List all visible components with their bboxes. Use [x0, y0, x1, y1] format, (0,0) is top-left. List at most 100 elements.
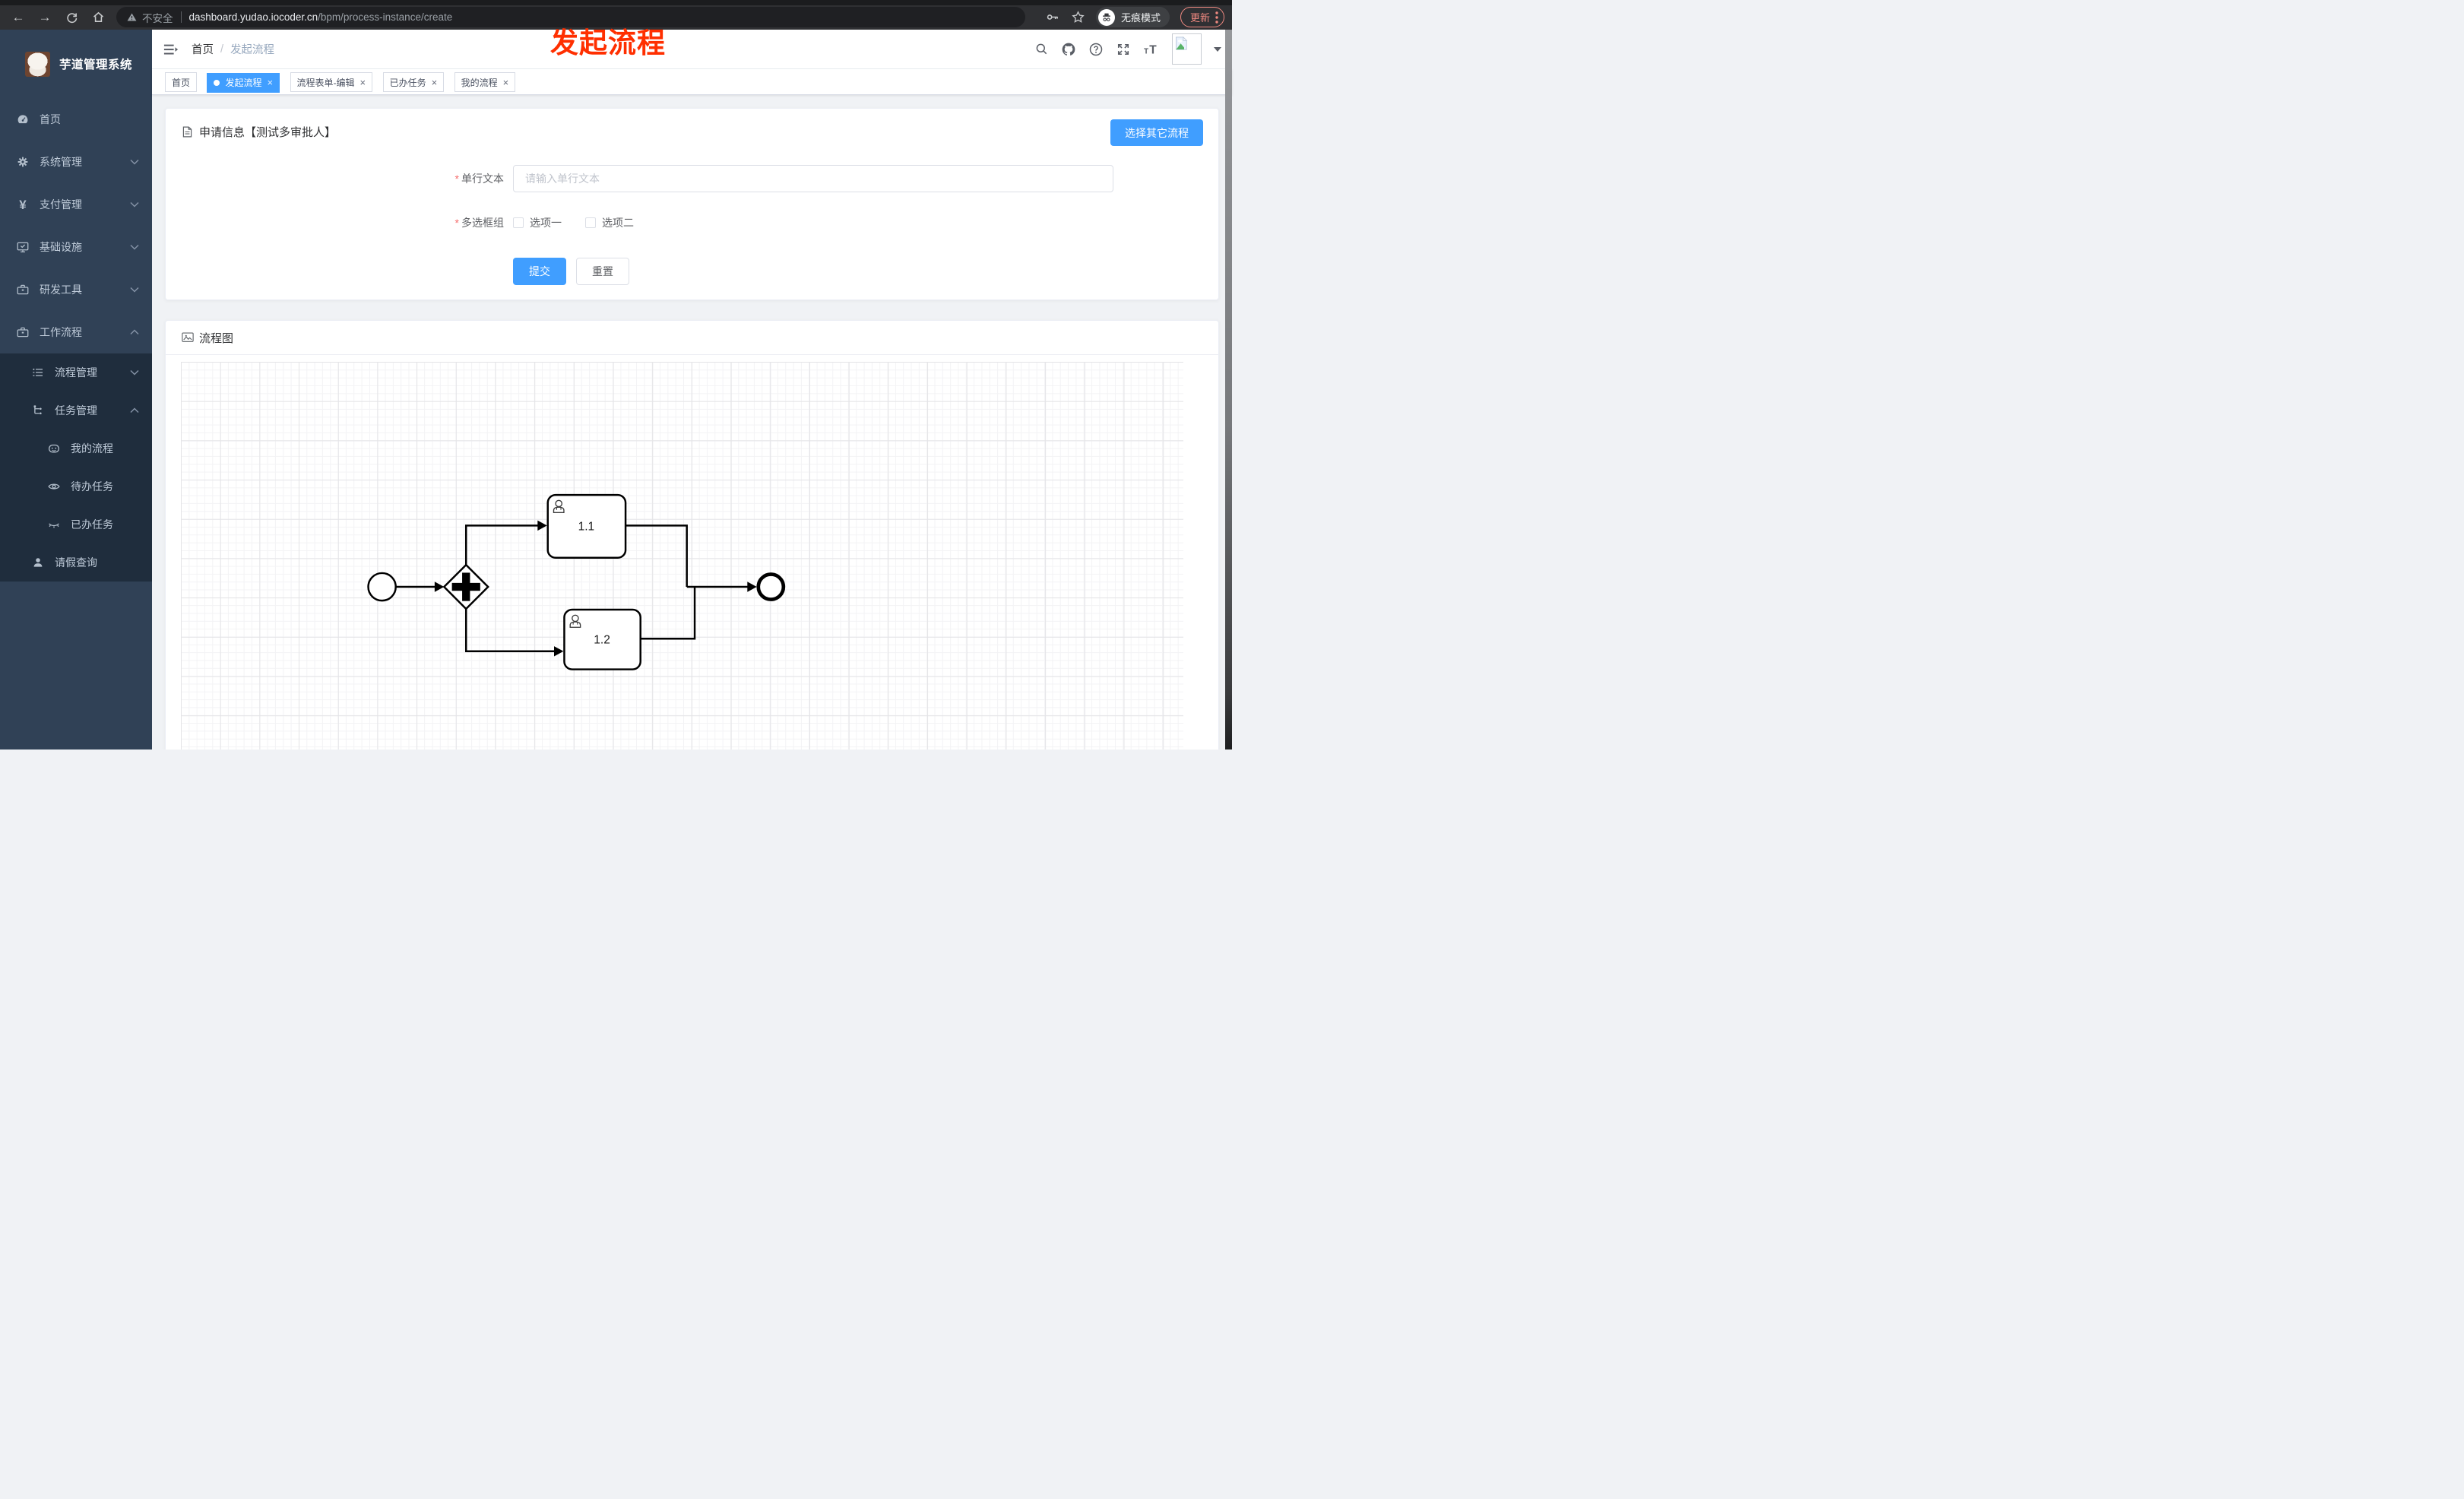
breadcrumb-current: 发起流程: [230, 44, 275, 56]
update-label: 更新: [1189, 12, 1210, 24]
apply-card-title: 申请信息【测试多审批人】: [199, 126, 337, 139]
bpmn-end-event[interactable]: [756, 572, 786, 601]
tag-label: 已办任务: [389, 77, 426, 88]
task-label: 1.2: [594, 633, 610, 646]
close-icon[interactable]: ×: [360, 78, 366, 87]
bpmn-user-task-1-2[interactable]: 1.2: [563, 608, 641, 670]
tagbar: 首页 发起流程 × 流程表单-编辑 × 已办任务 × 我的流程 ×: [152, 69, 1232, 95]
browser-forward-icon[interactable]: →: [36, 11, 53, 24]
sidebar-item-label: 基础设施: [40, 241, 82, 253]
browser-back-icon[interactable]: ←: [10, 11, 27, 24]
choose-other-process-button[interactable]: 选择其它流程: [1110, 119, 1203, 146]
sidebar-item-payment[interactable]: ¥ 支付管理: [0, 183, 152, 226]
sidebar-item-home[interactable]: 首页: [0, 98, 152, 141]
bpmn-flow-start-gateway: [396, 582, 445, 592]
bpmn-start-event[interactable]: [367, 572, 397, 602]
bpmn-canvas[interactable]: 1.1 1.2: [181, 362, 1183, 750]
page-content: 申请信息【测试多审批人】 选择其它流程 *单行文本 *多选框组 选项一 选项二: [152, 95, 1232, 750]
sidebar-item-label: 工作流程: [40, 326, 82, 338]
checkbox-option-2[interactable]: [585, 217, 596, 228]
toolbox-icon: [16, 325, 30, 339]
warning-icon: [127, 13, 137, 21]
required-mark: *: [454, 217, 459, 229]
sidebar-item-label: 研发工具: [40, 284, 82, 296]
single-line-text-input[interactable]: [513, 165, 1113, 192]
close-icon[interactable]: ×: [267, 78, 273, 87]
avatar-dropdown-caret-icon[interactable]: [1214, 47, 1221, 55]
sidebar-collapse-icon[interactable]: [163, 42, 179, 57]
tag-home[interactable]: 首页: [165, 72, 198, 92]
browser-menu-dots-icon[interactable]: [1215, 11, 1218, 24]
sidebar-item-label: 首页: [40, 113, 61, 125]
fullscreen-icon[interactable]: [1116, 42, 1131, 57]
user-avatar[interactable]: [1172, 33, 1202, 65]
sidebar-item-label: 系统管理: [40, 156, 82, 168]
diagram-card-header: 流程图: [166, 321, 1218, 355]
close-icon[interactable]: ×: [503, 78, 509, 87]
monitor-icon: [16, 240, 30, 254]
sidebar-item-todo-tasks[interactable]: 待办任务: [0, 467, 152, 505]
sidebar-item-label: 已办任务: [71, 518, 113, 531]
tag-my-processes[interactable]: 我的流程 ×: [454, 72, 516, 92]
form-row-text: * 单行文本: [181, 165, 1203, 192]
browser-chrome: ← → 不安全 dashboard.yudao.iocoder.cn/bpm/p…: [0, 0, 1232, 30]
submit-button[interactable]: 提交: [513, 258, 566, 285]
workflow-submenu: 流程管理 任务管理 我的流程 待办任务 已办任务 请假查询: [0, 353, 152, 582]
security-label: 不安全: [142, 12, 173, 24]
key-icon[interactable]: [1046, 10, 1060, 24]
breadcrumb-home[interactable]: 首页: [192, 41, 214, 57]
address-bar[interactable]: 不安全 dashboard.yudao.iocoder.cn/bpm/proce…: [116, 7, 1025, 27]
checkbox-option-1[interactable]: [513, 217, 524, 228]
document-icon: [182, 126, 192, 138]
security-chip[interactable]: 不安全: [126, 10, 173, 25]
close-icon[interactable]: ×: [432, 78, 438, 87]
app-title: 芋道管理系统: [59, 59, 133, 71]
flow-branch-icon: [31, 404, 45, 417]
help-icon[interactable]: [1088, 42, 1104, 57]
url-host: dashboard.yudao.iocoder.cn: [188, 11, 318, 23]
field-label: * 多选框组: [181, 215, 513, 230]
breadcrumb: 首页 / 发起流程: [192, 41, 274, 57]
incognito-badge[interactable]: 无痕模式: [1095, 7, 1170, 27]
browser-reload-icon[interactable]: [63, 11, 80, 24]
bpmn-flow-gateway-task1: [464, 520, 547, 566]
breadcrumb-separator: /: [220, 43, 224, 55]
bookmark-star-icon[interactable]: [1071, 10, 1085, 24]
sidebar-item-done-tasks[interactable]: 已办任务: [0, 505, 152, 544]
sidebar-item-workflow[interactable]: 工作流程: [0, 311, 152, 353]
sidebar-item-infrastructure[interactable]: 基础设施: [0, 226, 152, 268]
required-mark: *: [454, 173, 459, 185]
bpmn-parallel-gateway[interactable]: [442, 563, 489, 610]
field-label: * 单行文本: [181, 171, 513, 186]
form-buttons: 提交 重置: [513, 258, 1203, 285]
search-icon[interactable]: [1034, 42, 1049, 56]
bpmn-user-task-1-1[interactable]: 1.1: [546, 493, 627, 559]
checkbox-option-1-label[interactable]: 选项一: [530, 215, 562, 230]
sidebar-item-process-management[interactable]: 流程管理: [0, 353, 152, 391]
sidebar-item-task-management[interactable]: 任务管理: [0, 391, 152, 429]
update-button[interactable]: 更新: [1180, 7, 1224, 27]
sidebar-item-system[interactable]: 系统管理: [0, 141, 152, 183]
font-size-icon[interactable]: TT: [1143, 42, 1160, 57]
gear-icon: [16, 155, 30, 169]
sidebar-item-label: 待办任务: [71, 480, 113, 493]
svg-text:T: T: [1149, 43, 1157, 56]
sidebar-item-leave-query[interactable]: 请假查询: [0, 544, 152, 582]
bpmn-flow-task2-end: [640, 587, 696, 640]
checkbox-option-2-label[interactable]: 选项二: [602, 215, 634, 230]
reset-button[interactable]: 重置: [576, 258, 629, 285]
svg-text:T: T: [1144, 47, 1148, 55]
tag-label: 我的流程: [461, 77, 498, 88]
github-icon[interactable]: [1061, 42, 1076, 57]
tag-done-tasks[interactable]: 已办任务 ×: [382, 72, 445, 92]
diagram-card-title: 流程图: [199, 331, 234, 345]
eye-closed-icon: [47, 518, 61, 531]
topbar-actions: TT: [1034, 33, 1232, 65]
app-logo[interactable]: 芋道管理系统: [0, 30, 152, 98]
browser-home-icon[interactable]: [90, 11, 106, 24]
sidebar-item-my-processes[interactable]: 我的流程: [0, 429, 152, 467]
sidebar-item-label: 任务管理: [55, 404, 97, 417]
tag-form-edit[interactable]: 流程表单-编辑 ×: [290, 72, 373, 92]
sidebar-item-dev-tools[interactable]: 研发工具: [0, 268, 152, 311]
tag-start-process[interactable]: 发起流程 ×: [207, 72, 280, 93]
